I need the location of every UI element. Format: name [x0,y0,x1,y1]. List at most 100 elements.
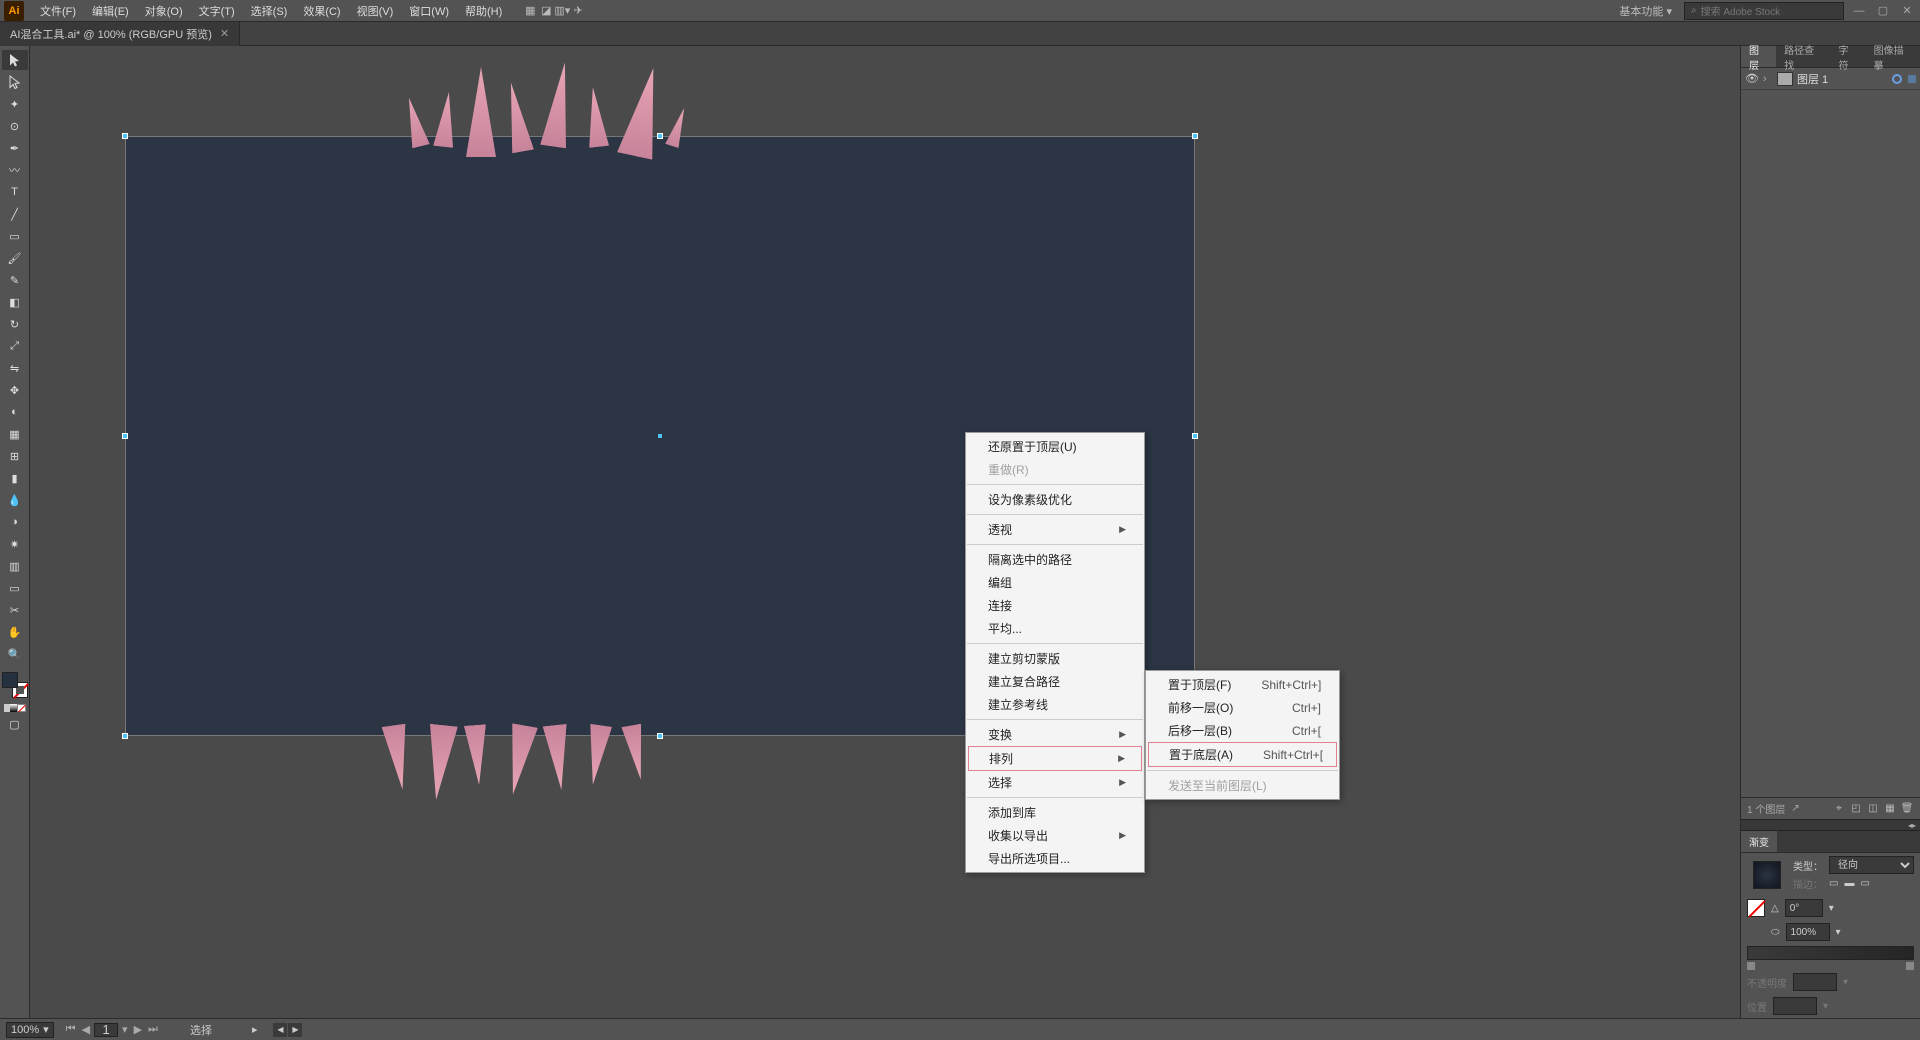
ctx-pixel-optimize[interactable]: 设为像素级优化 [966,488,1144,511]
paintbrush-tool[interactable]: 🖌 [2,248,28,268]
ctx-collect-export[interactable]: 收集以导出▶ [966,824,1144,847]
tab-character[interactable]: 字符 [1831,46,1866,67]
ctx-bring-front[interactable]: 置于顶层(F)Shift+Ctrl+] [1146,673,1339,696]
restore-button[interactable]: ▢ [1874,3,1892,19]
ctx-arrange[interactable]: 排列▶ [968,746,1142,771]
curvature-tool[interactable]: 〰 [2,160,28,180]
first-page-icon[interactable]: ⏮ [64,1023,78,1036]
mesh-tool[interactable]: ⊞ [2,446,28,466]
dropdown-icon[interactable]: ▾ [1836,927,1841,938]
selection-handle[interactable] [657,133,663,139]
page-input[interactable] [94,1023,118,1037]
new-sublayer-icon[interactable]: ◫ [1866,802,1880,816]
ctx-compound-path[interactable]: 建立复合路径 [966,670,1144,693]
width-tool[interactable]: ⇋ [2,358,28,378]
tab-image-trace[interactable]: 图像描摹 [1866,46,1920,67]
ctx-make-guides[interactable]: 建立参考线 [966,693,1144,716]
pen-tool[interactable]: ✒ [2,138,28,158]
artboard-tool[interactable]: ▭ [2,578,28,598]
target-icon[interactable] [1892,74,1902,84]
type-tool[interactable]: T [2,182,28,202]
ctx-add-to-library[interactable]: 添加到库 [966,801,1144,824]
document-tab[interactable]: AI混合工具.ai* @ 100% (RGB/GPU 预览) ✕ [0,22,240,46]
menu-effect[interactable]: 效果(C) [295,0,348,22]
dropdown-icon[interactable]: ▾ [1829,903,1834,914]
ctx-bring-forward[interactable]: 前移一层(O)Ctrl+] [1146,696,1339,719]
screen-mode-toggle[interactable]: ▢ [2,714,28,734]
arrange-docs-icon[interactable]: ▥▾ [554,3,570,19]
gradient-swatch[interactable] [1747,899,1765,917]
clip-mask-icon[interactable]: ◰ [1849,802,1863,816]
stroke-mode-icon[interactable]: ▭ [1829,878,1838,889]
close-button[interactable]: ✕ [1898,3,1916,19]
gradient-type-select[interactable]: 径向 [1829,856,1914,874]
hand-tool[interactable]: ✋ [2,622,28,642]
selection-handle[interactable] [122,733,128,739]
selection-handle[interactable] [122,433,128,439]
zoom-level[interactable]: 100% ▾ [6,1022,54,1038]
scale-tool[interactable]: ⤢ [2,336,28,356]
locate-icon[interactable]: ⌖ [1832,802,1846,816]
tab-layers[interactable]: 图层 [1741,46,1776,67]
direct-selection-tool[interactable] [2,72,28,92]
ctx-export-selection[interactable]: 导出所选项目... [966,847,1144,870]
minimize-button[interactable]: — [1850,3,1868,19]
tab-pathfinder[interactable]: 路径查找 [1776,46,1830,67]
close-tab-icon[interactable]: ✕ [220,27,229,40]
stock-icon[interactable]: ◪ [538,3,554,19]
menu-file[interactable]: 文件(F) [32,0,84,22]
layer-row[interactable]: 👁 › 图层 1 [1741,68,1920,90]
fill-stroke-swatches[interactable] [2,672,28,698]
magic-wand-tool[interactable]: ✦ [2,94,28,114]
ctx-send-back[interactable]: 置于底层(A)Shift+Ctrl+[ [1148,742,1337,767]
selection-tool[interactable] [2,50,28,70]
selection-handle[interactable] [1192,133,1198,139]
tab-gradient[interactable]: 渐变 [1741,831,1777,852]
ctx-join[interactable]: 连接 [966,594,1144,617]
prev-page-icon[interactable]: ◀ [80,1023,92,1036]
ctx-transform[interactable]: 变换▶ [966,723,1144,746]
artboard-pager[interactable]: ⏮ ◀ ▾ ▶ ⏭ [64,1023,160,1037]
column-graph-tool[interactable]: ▥ [2,556,28,576]
panel-collapse[interactable]: ◂▸ [1741,819,1920,831]
ctx-average[interactable]: 平均... [966,617,1144,640]
expand-icon[interactable]: › [1763,73,1773,85]
eyedropper-tool[interactable]: 💧 [2,490,28,510]
canvas[interactable]: 还原置于顶层(U) 重做(R) 设为像素级优化 透视▶ 隔离选中的路径 编组 连… [30,46,1740,1018]
bridge-icon[interactable]: ▦ [522,3,538,19]
selection-handle[interactable] [122,133,128,139]
delete-layer-icon[interactable]: 🗑 [1900,802,1914,816]
layer-name[interactable]: 图层 1 [1797,71,1888,87]
next-page-icon[interactable]: ▶ [132,1023,144,1036]
gpu-icon[interactable]: ✈ [570,3,586,19]
rotate-tool[interactable]: ↻ [2,314,28,334]
visibility-icon[interactable]: 👁 [1745,72,1759,85]
ctx-perspective[interactable]: 透视▶ [966,518,1144,541]
lasso-tool[interactable]: ⊙ [2,116,28,136]
rectangle-tool[interactable]: ▭ [2,226,28,246]
ctx-clipping-mask[interactable]: 建立剪切蒙版 [966,647,1144,670]
scroll-right-icon[interactable]: ▶ [288,1023,302,1037]
color-mode-toggle[interactable] [4,704,26,712]
symbol-sprayer-tool[interactable]: ✷ [2,534,28,554]
gradient-tool[interactable]: ▮ [2,468,28,488]
selection-handle[interactable] [657,733,663,739]
status-dropdown-icon[interactable]: ▸ [252,1023,258,1036]
ctx-undo[interactable]: 还原置于顶层(U) [966,435,1144,458]
stroke-mode-icon[interactable]: ▭ [1860,878,1869,889]
selection-handle[interactable] [1192,433,1198,439]
blend-tool[interactable]: ◑ [2,512,28,532]
ctx-send-backward[interactable]: 后移一层(B)Ctrl+[ [1146,719,1339,742]
page-dropdown-icon[interactable]: ▾ [120,1023,130,1036]
scroll-left-icon[interactable]: ◀ [273,1023,287,1037]
gradient-aspect-input[interactable] [1786,923,1830,941]
menu-help[interactable]: 帮助(H) [457,0,510,22]
new-layer-icon[interactable]: ▦ [1883,802,1897,816]
free-transform-tool[interactable]: ✥ [2,380,28,400]
workspace-switcher[interactable]: 基本功能 ▾ [1613,3,1678,19]
stroke-mode-icon[interactable]: ▬ [1844,878,1854,889]
menu-object[interactable]: 对象(O) [137,0,191,22]
ctx-isolate[interactable]: 隔离选中的路径 [966,548,1144,571]
perspective-grid-tool[interactable]: ▦ [2,424,28,444]
line-tool[interactable]: ╱ [2,204,28,224]
